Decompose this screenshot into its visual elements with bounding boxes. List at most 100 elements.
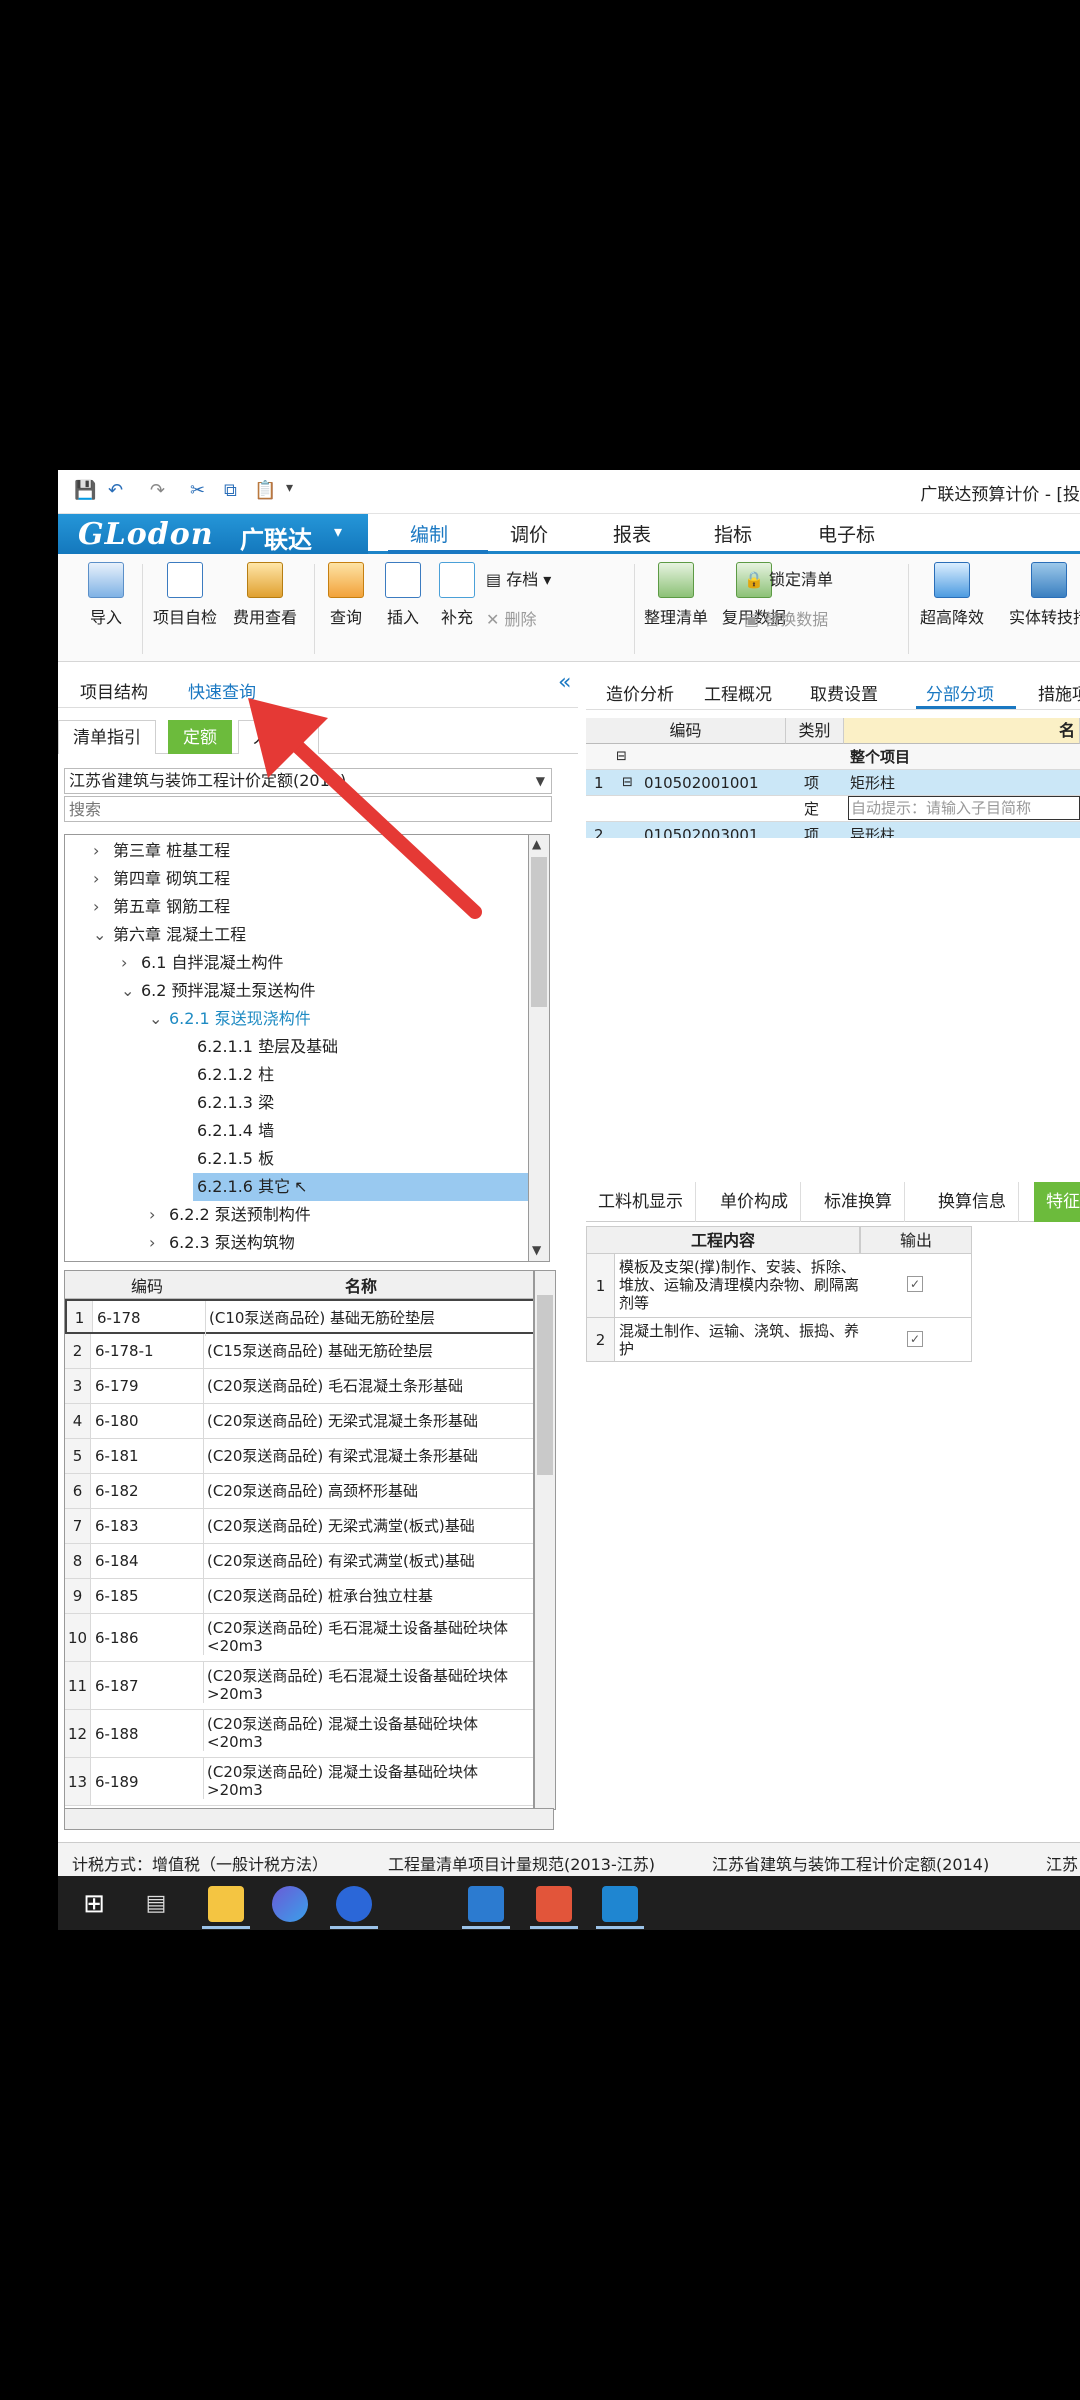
collapse-icon[interactable]: ⊟ [622,770,633,796]
main-view-tabs: 造价分析 工程概况 取费设置 分部分项 措施项 [586,670,1080,710]
save-icon[interactable]: 💾 [74,480,96,504]
tree-node[interactable]: ⌄ 第六章 混凝土工程 [93,921,246,949]
table-row[interactable]: 2 010502003001 项 异形柱 [586,822,1080,838]
self-check-button[interactable]: 项目自检 [144,562,226,628]
super-reduce-button[interactable]: 超高降效 [912,562,992,628]
output-checkbox[interactable]: ✓ [907,1276,923,1292]
tab-sub-items[interactable]: 分部分项 [926,680,994,705]
tree-node[interactable]: 6.2.1.2 柱 [197,1061,274,1089]
table-row[interactable]: 7 6-183 (C20泵送商品砼) 无梁式满堂(板式)基础 [65,1509,533,1544]
tab-measures[interactable]: 措施项 [1038,680,1080,705]
app-icon-4[interactable] [536,1886,572,1922]
redo-icon[interactable]: ↷ [150,480,165,504]
tab-list-guide[interactable]: 清单指引 [58,720,156,754]
tree-node[interactable]: 6.2.1.3 梁 [197,1089,274,1117]
cut-icon[interactable]: ✂ [190,480,205,504]
undo-icon[interactable]: ↶ [108,480,123,504]
query-button[interactable]: 查询 [318,562,374,628]
table-row[interactable]: 1 ⊟ 010502001001 项 矩形柱 [586,770,1080,796]
scroll-thumb[interactable] [531,857,547,1007]
copy-icon[interactable]: ⧉ [224,480,237,504]
table-row[interactable]: ⊟ 整个项目 [586,744,1080,770]
paste-icon[interactable]: 📋 [254,480,276,504]
tree-scrollbar[interactable]: ▲ ▼ [528,834,550,1262]
table-row[interactable]: 8 6-184 (C20泵送商品砼) 有梁式满堂(板式)基础 [65,1544,533,1579]
file-explorer-icon[interactable] [208,1886,244,1922]
import-button[interactable]: 导入 [78,562,134,628]
tab-unit-price-composition[interactable]: 单价构成 [708,1182,801,1222]
tree-node[interactable]: › 6.1 自拌混凝土构件 [121,949,284,977]
tab-labor-material-display[interactable]: 工料机显示 [586,1182,696,1222]
tab-fee-settings[interactable]: 取费设置 [810,680,878,705]
task-view-icon[interactable]: ▤ [138,1886,174,1922]
tab-conversion-info[interactable]: 换算信息 [926,1182,1019,1222]
tab-project-structure[interactable]: 项目结构 [80,678,148,703]
collapse-panel-icon[interactable]: « [558,670,571,695]
app-icon-2[interactable] [336,1886,372,1922]
sub-item-input[interactable]: 自动提示：请输入子目简称 [848,796,1080,820]
organize-list-button[interactable]: 整理清单 [638,562,714,628]
table-row[interactable]: 4 6-180 (C20泵送商品砼) 无梁式混凝土条形基础 [65,1404,533,1439]
tree-node[interactable]: › 6.2.3 泵送构筑物 [149,1229,295,1257]
table-row[interactable]: 2 混凝土制作、运输、浇筑、振捣、养护 ✓ [586,1318,972,1362]
tab-reports[interactable]: 报表 [613,520,651,547]
tab-features[interactable]: 特征 [1034,1182,1080,1222]
row-code: 6-182 [95,1482,139,1500]
tab-edit[interactable]: 编制 [410,520,448,547]
tree-node-label: 第六章 混凝土工程 [113,925,247,944]
app-menu-button[interactable]: GLodon 广联达 ▾ [58,514,368,554]
customize-toolbar-icon[interactable]: ▾ [286,480,293,504]
table-row[interactable]: 9 6-185 (C20泵送商品砼) 桩承台独立柱基 [65,1579,533,1614]
save-archive-button[interactable]: ▤ 存档 ▾ [486,566,551,590]
scroll-thumb[interactable] [537,1295,553,1475]
app-icon-3[interactable] [468,1886,504,1922]
scroll-up-icon[interactable]: ▲ [532,837,541,851]
tab-project-overview[interactable]: 工程概况 [704,680,772,705]
tree-node[interactable]: 6.2.1.5 板 [197,1145,274,1173]
tree-node[interactable]: › 6.2.2 泵送预制构件 [149,1201,311,1229]
table-row[interactable]: 12 6-188 (C20泵送商品砼) 混凝土设备基础砼块体<20m3 [65,1710,533,1758]
tree-node[interactable]: › 第五章 钢筋工程 [93,893,230,921]
tab-cost-analysis[interactable]: 造价分析 [606,680,674,705]
table-row[interactable]: 13 6-189 (C20泵送商品砼) 混凝土设备基础砼块体>20m3 [65,1758,533,1806]
app-icon-1[interactable] [272,1886,308,1922]
tab-indicators[interactable]: 指标 [714,520,752,547]
delete-button[interactable]: ✕ 删除 [486,606,537,630]
tab-quota[interactable]: 定额 [168,720,232,754]
table-row[interactable]: 1 模板及支架(撑)制作、安装、拆除、堆放、运输及清理模内杂物、刷隔离剂等 ✓ [586,1254,972,1318]
table-row[interactable]: 11 6-187 (C20泵送商品砼) 毛石混凝土设备基础砼块体>20m3 [65,1662,533,1710]
glodon-pricing-app-icon[interactable] [602,1886,638,1922]
tab-adjust-price[interactable]: 调价 [510,520,548,547]
table-row[interactable]: 5 6-181 (C20泵送商品砼) 有梁式混凝土条形基础 [65,1439,533,1474]
tree-node-label: 6.2 预拌混凝土泵送构件 [141,981,316,1000]
tab-standard-conversion[interactable]: 标准换算 [812,1182,905,1222]
tree-node[interactable]: ⌄ 6.2 预拌混凝土泵送构件 [121,977,316,1005]
tree-node[interactable]: 6.2.1.4 墙 [197,1117,274,1145]
collapse-icon[interactable]: ⊟ [616,744,627,770]
lock-list-button[interactable]: 🔒 锁定清单 [744,566,833,590]
tree-node-label: 6.2.1.4 墙 [197,1121,275,1140]
table-row[interactable]: 3 6-179 (C20泵送商品砼) 毛石混凝土条形基础 [65,1369,533,1404]
tree-node[interactable]: › 第三章 桩基工程 [93,837,230,865]
tree-node[interactable]: › 第四章 砌筑工程 [93,865,230,893]
table-row[interactable]: 定 自动提示：请输入子目简称 [586,796,1080,822]
tree-node[interactable]: ⌄ 6.2.1 泵送现浇构件 [149,1005,311,1033]
table-row[interactable]: 1 6-178 (C10泵送商品砼) 基础无筋砼垫层 [65,1299,533,1336]
table-row[interactable]: 6 6-182 (C20泵送商品砼) 高颈杯形基础 [65,1474,533,1509]
table-row[interactable]: 10 6-186 (C20泵送商品砼) 毛石混凝土设备基础砼块体<20m3 [65,1614,533,1662]
row-number: 5 [65,1439,91,1473]
fee-view-button[interactable]: 费用查看 [224,562,306,628]
supplement-button[interactable]: 补充 [422,562,492,628]
scroll-down-icon[interactable]: ▼ [532,1243,541,1257]
tab-e-bid[interactable]: 电子标 [818,520,875,547]
output-checkbox[interactable]: ✓ [907,1331,923,1347]
tree-node[interactable]: 6.2.1.1 垫层及基础 [197,1033,338,1061]
tree-node-selected[interactable]: 6.2.1.6 其它 ↖ [193,1173,533,1201]
windows-start-icon[interactable]: ⊞ [76,1886,112,1922]
quota-table-scrollbar[interactable] [534,1270,556,1810]
replace-data-button[interactable]: ▣ 替换数据 [744,606,828,630]
entity-convert-button[interactable]: 实体转技措 [1004,562,1080,628]
row-name: (C20泵送商品砼) 无梁式混凝土条形基础 [203,1404,533,1439]
table-row[interactable]: 2 6-178-1 (C15泵送商品砼) 基础无筋砼垫层 [65,1334,533,1369]
horizontal-scrollbar[interactable] [64,1808,554,1830]
